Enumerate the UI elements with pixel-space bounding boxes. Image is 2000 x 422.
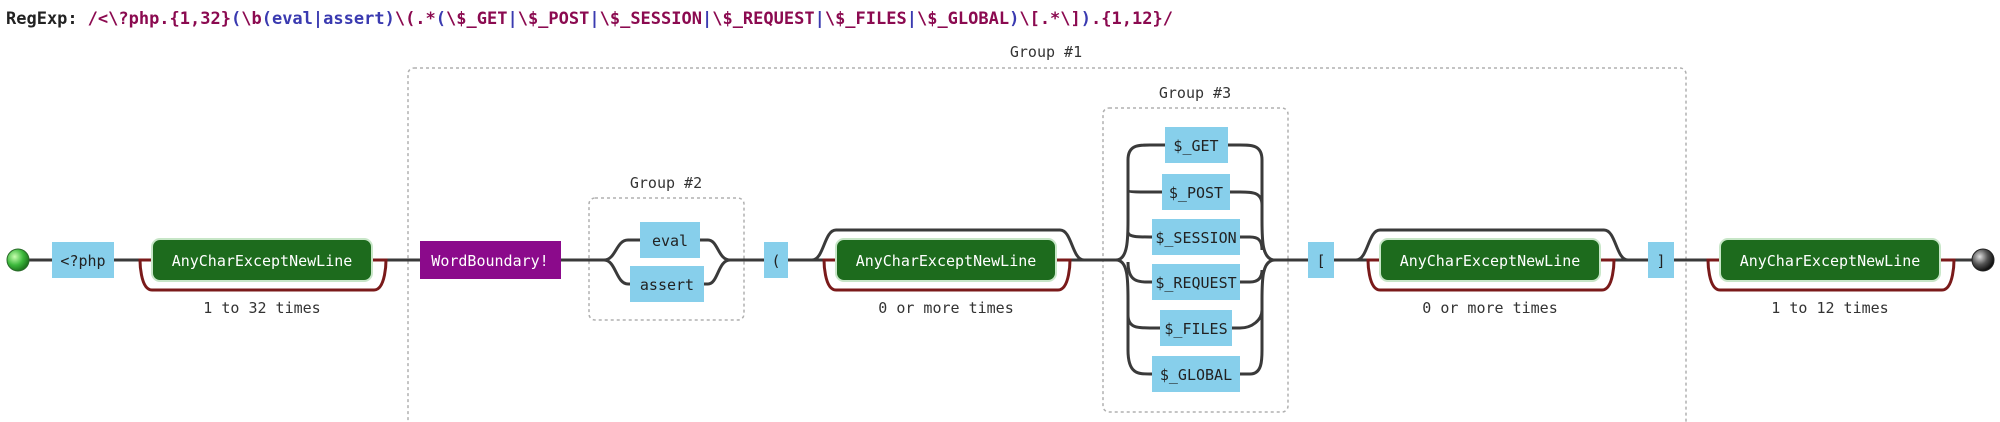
svg-text:AnyCharExceptNewLine: AnyCharExceptNewLine [1400,252,1581,270]
node-bracket-open: [ [1308,242,1334,278]
svg-text:$_SESSION: $_SESSION [1155,229,1236,247]
svg-text:$_POST: $_POST [1169,184,1223,202]
svg-text:[: [ [1316,252,1325,270]
svg-text:eval: eval [652,232,688,250]
repeat-label-4: 1 to 12 times [1771,299,1888,317]
node-paren-literal: ( [764,242,788,278]
svg-text:AnyCharExceptNewLine: AnyCharExceptNewLine [172,252,353,270]
node-php-literal: <?php [52,242,114,278]
node-any-char-3: AnyCharExceptNewLine [1379,238,1601,282]
svg-text:assert: assert [640,276,694,294]
svg-text:AnyCharExceptNewLine: AnyCharExceptNewLine [856,252,1037,270]
node-opt-post: $_POST [1162,174,1230,210]
node-opt-files: $_FILES [1160,310,1232,346]
node-opt-request: $_REQUEST [1152,264,1240,300]
node-any-char-1: AnyCharExceptNewLine [151,238,373,282]
svg-text:]: ] [1656,252,1665,270]
svg-text:AnyCharExceptNewLine: AnyCharExceptNewLine [1740,252,1921,270]
node-assert: assert [630,266,704,302]
node-any-char-2: AnyCharExceptNewLine [835,238,1057,282]
repeat-label-2: 0 or more times [878,299,1013,317]
node-opt-global: $_GLOBAL [1152,356,1240,392]
repeat-label-1: 1 to 32 times [203,299,320,317]
group-2-label: Group #2 [630,174,702,192]
svg-text:(: ( [771,252,780,270]
node-bracket-close: ] [1648,242,1674,278]
start-marker-icon [6,248,30,272]
node-eval: eval [640,222,700,258]
svg-text:$_GLOBAL: $_GLOBAL [1160,366,1232,384]
group-1-label: Group #1 [1010,43,1082,61]
svg-text:$_FILES: $_FILES [1164,320,1227,338]
node-opt-session: $_SESSION [1152,219,1240,255]
railroad-diagram: Group #1 Group #2 Group #3 <?php AnyChar… [6,43,1995,422]
svg-text:<?php: <?php [60,252,105,270]
node-opt-get: $_GET [1165,127,1228,163]
node-word-boundary: WordBoundary! [420,241,561,279]
repeat-label-3: 0 or more times [1422,299,1557,317]
group-3-label: Group #3 [1159,84,1231,102]
svg-text:$_REQUEST: $_REQUEST [1155,274,1236,292]
svg-text:$_GET: $_GET [1173,137,1218,155]
node-any-char-4: AnyCharExceptNewLine [1719,238,1941,282]
end-marker-icon [1971,248,1995,272]
svg-text:WordBoundary!: WordBoundary! [431,252,548,270]
